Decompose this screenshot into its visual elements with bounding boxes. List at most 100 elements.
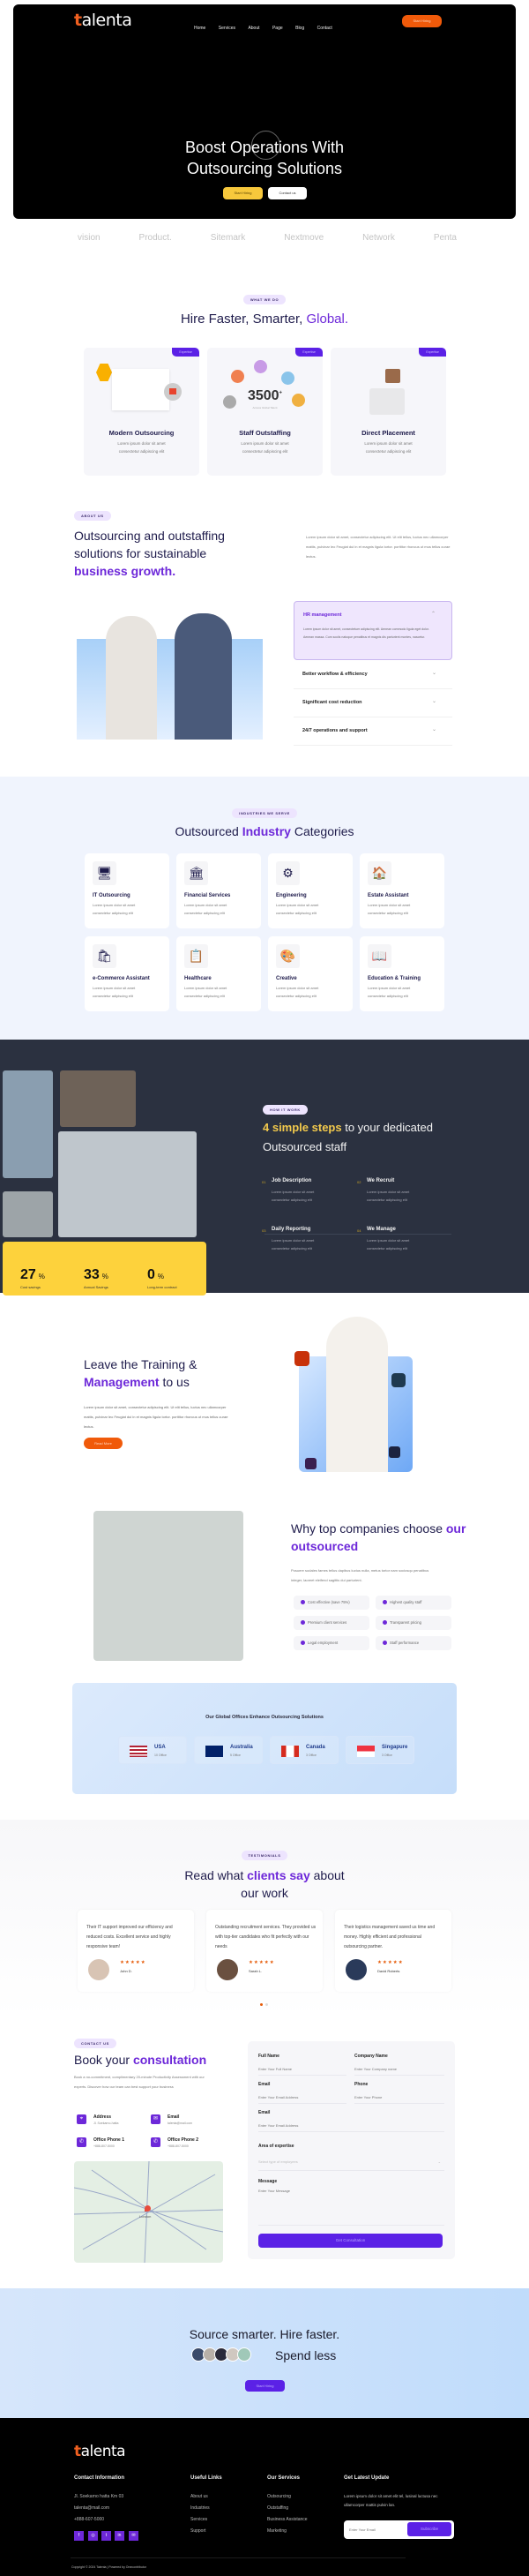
flag-icon (281, 1746, 299, 1757)
footer-email[interactable]: talenta@mail.com (74, 2505, 109, 2511)
briefcase-app-icon (294, 1351, 309, 1366)
monitor-icon: 🖥 (93, 861, 116, 885)
global-offices-panel: Our Global Offices Enhance Outsourcing S… (72, 1683, 457, 1794)
woman-with-tablet-photo (326, 1317, 388, 1472)
avatar (237, 2347, 251, 2362)
instagram-icon[interactable]: ◎ (88, 2531, 98, 2541)
industry-card[interactable]: 🏠 Estate Assistant Lorem ipsum dolor sit a… (360, 853, 444, 928)
hero-contact-button[interactable]: Contact us (268, 187, 307, 199)
office-country: Canada (306, 1745, 325, 1750)
flag-icon (357, 1746, 375, 1757)
cta-start-hiring-button[interactable]: Start Hiring (245, 2380, 285, 2392)
footer: talenta Contact Information Jl. Soekarno… (0, 2418, 529, 2576)
offices-title: Our Global Offices Enhance Outsourcing S… (205, 1715, 324, 1720)
nav-about[interactable]: About (248, 26, 259, 31)
logo[interactable]: talenta (74, 11, 132, 30)
accordion-item-support[interactable]: 24/7 operations and support ⌄ (294, 717, 452, 746)
feature-item: Staff performance (376, 1636, 451, 1650)
industry-card[interactable]: 🎨 Creative Lorem ipsum dolor sit amet cons… (268, 936, 353, 1011)
footer-link[interactable]: Industries (190, 2505, 210, 2511)
location-map[interactable]: London (74, 2161, 223, 2263)
newsletter-email-input[interactable] (349, 2524, 402, 2535)
step-desc: Lorem ipsum dolor sit amet consectetur a… (272, 1238, 315, 1250)
read-more-button[interactable]: Read More (84, 1438, 123, 1449)
footer-link[interactable]: Services (190, 2517, 207, 2522)
card-title: Staff Outstaffing (239, 429, 291, 437)
how-title: 4 simple steps to your dedicated Outsour… (263, 1121, 433, 1153)
full-name-input[interactable] (258, 2063, 346, 2076)
stat-item: 33% Annual Savings (84, 1267, 108, 1289)
industry-card[interactable]: 🏛 Financial Services Lorem ipsum dolor sit… (176, 853, 261, 928)
stat-unit: % (157, 1273, 165, 1280)
nav-contact[interactable]: Contact (317, 26, 332, 31)
section-pill: INDUSTRIES WE SERVE (232, 808, 297, 818)
chevron-up-icon[interactable]: ⌃ (431, 611, 436, 617)
twitter-icon[interactable]: t (101, 2531, 111, 2541)
nav-start-hiring-button[interactable]: Start Hiring (402, 15, 442, 27)
testimonial-quote: Their logistics management saved us time… (344, 1925, 436, 1949)
office-country: Australia (230, 1745, 253, 1750)
industry-title: Creative (276, 976, 297, 981)
service-card[interactable]: Expertise Modern Outsourcing Lorem ipsum… (84, 348, 199, 476)
avatar (254, 360, 267, 373)
nav-blog[interactable]: Blog (295, 26, 304, 31)
nav-home[interactable]: Home (194, 26, 205, 31)
phone-input[interactable] (354, 2092, 444, 2104)
industry-desc: Lorem ipsum dolor sit amet consectetur a… (276, 903, 319, 915)
nav-services[interactable]: Services (219, 26, 235, 31)
industry-card[interactable]: 🖥 IT Outsourcing Lorem ipsum dolor sit ame… (85, 853, 169, 928)
industry-card[interactable]: ⚙ Engineering Lorem ipsum dolor sit amet c… (268, 853, 353, 928)
footer-phone[interactable]: +888-607-5000 (74, 2517, 104, 2522)
accordion-item-cost[interactable]: Significant cost reduction ⌄ (294, 689, 452, 717)
office-card: USA 10 Office (118, 1736, 187, 1764)
office-card: Singapure 3 Office (346, 1736, 414, 1764)
office-count: 3 Office (382, 1754, 392, 1757)
service-card[interactable]: Expertise 3500+ Access Global Talent Sta… (207, 348, 323, 476)
footer-link[interactable]: About us (190, 2494, 208, 2499)
carousel-dot[interactable] (265, 2003, 268, 2006)
step-number: 01 (262, 1180, 266, 1184)
industry-card[interactable]: 🛍 e-Commerce Assistant Lorem ipsum dolor s… (85, 936, 169, 1011)
flag-icon (205, 1746, 223, 1757)
industry-title: Education & Training (368, 976, 421, 981)
email-input[interactable] (258, 2092, 346, 2104)
footer-logo[interactable]: talenta (74, 2443, 126, 2460)
footer-service-link[interactable]: Marketing (267, 2528, 287, 2534)
industry-card[interactable]: 📋 Healthcare Lorem ipsum dolor sit amet co… (176, 936, 261, 1011)
stairs-illustration (369, 388, 405, 415)
footer-service-link[interactable]: Outsourcing (267, 2494, 291, 2499)
footer-service-link[interactable]: Business Assistance (267, 2517, 308, 2522)
step-number: 02 (357, 1180, 361, 1184)
stat-label: Cost savings (20, 1285, 41, 1289)
service-card[interactable]: Expertise Direct Placement Lorem ipsum d… (331, 348, 446, 476)
avatar (231, 370, 244, 383)
feature-item: Highest quality staff (376, 1596, 451, 1610)
email-input-2[interactable] (258, 2120, 444, 2132)
company-name-input[interactable] (354, 2063, 444, 2076)
section-pill: TESTIMONIALS (241, 1851, 288, 1860)
stat-unit: % (101, 1273, 108, 1280)
partner-logo: Nextmove (284, 233, 324, 243)
industry-title: Financial Services (184, 893, 231, 898)
footer-service-link[interactable]: Outstaffing (267, 2505, 288, 2511)
mail-icon: ✉ (151, 2114, 160, 2124)
footer-link[interactable]: Support (190, 2528, 206, 2534)
nav-page[interactable]: Page (272, 26, 283, 31)
facebook-icon[interactable]: f (74, 2531, 84, 2541)
partner-logo: vision (78, 233, 101, 243)
linkedin-icon[interactable]: in (115, 2531, 124, 2541)
get-consultation-button[interactable]: Get Consultation (258, 2234, 443, 2248)
expertise-tag: Expertise (172, 348, 199, 357)
expertise-select[interactable]: Select type of employees ⌄ (258, 2153, 444, 2171)
accordion-item-workflow[interactable]: Better workflow & efficiency ⌄ (294, 661, 452, 689)
subscribe-button[interactable]: Subscribe (407, 2522, 451, 2536)
email-icon[interactable]: ✉ (129, 2531, 138, 2541)
newsletter-body: Lorem ipsum dolor sit amet elit tel, lus… (344, 2494, 438, 2507)
industry-card[interactable]: 📖 Education & Training Lorem ipsum dolor s… (360, 936, 444, 1011)
step-title: Job Description (272, 1178, 312, 1183)
hero-start-hiring-button[interactable]: Start Hiring (223, 187, 263, 199)
accordion-item-hr-management[interactable]: HR management ⌃ Lorem ipsum dolor sit am… (294, 601, 452, 660)
message-textarea[interactable] (258, 2189, 444, 2226)
section-pill: WHAT WE DO (242, 295, 287, 304)
carousel-dot-active[interactable] (260, 2003, 263, 2006)
